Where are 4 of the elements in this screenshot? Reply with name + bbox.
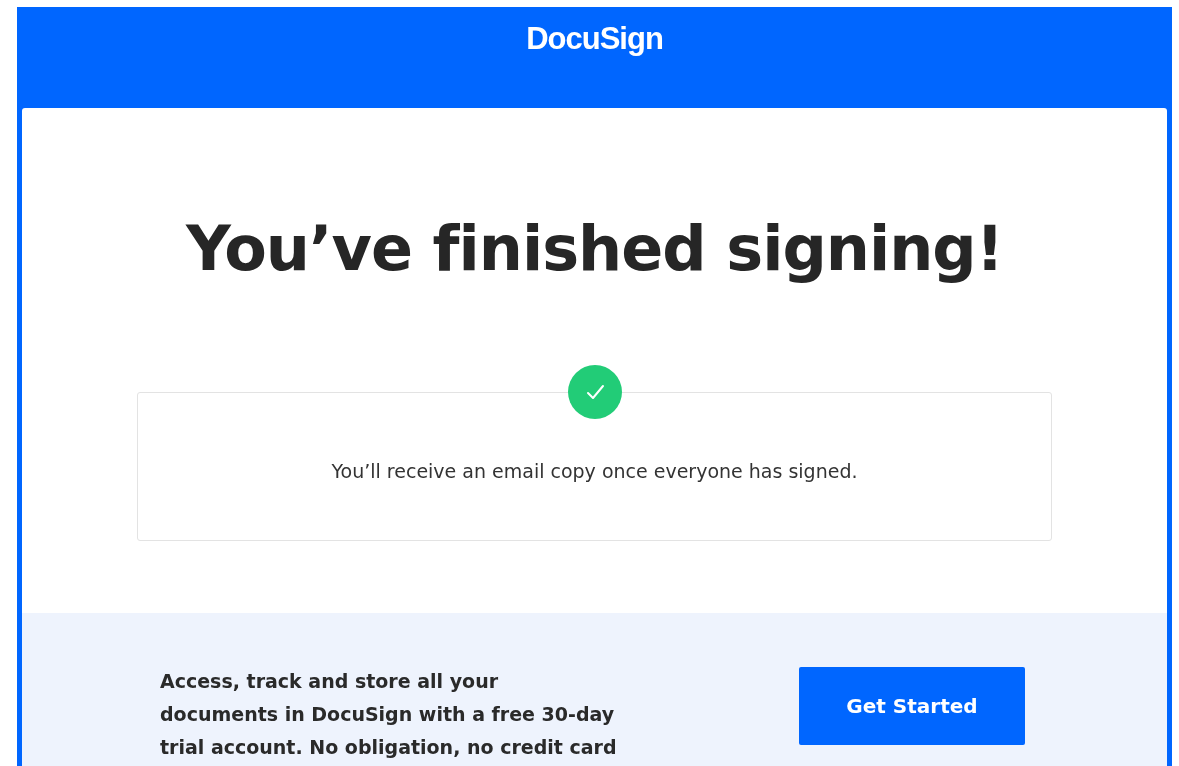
logo: DocuSign (526, 21, 663, 57)
get-started-button[interactable]: Get Started (799, 667, 1025, 745)
confirmation-message: You’ll receive an email copy once everyone has signed. (331, 458, 858, 482)
promo-text: Access, track and store all your documents in DocuSign with a free 30-day trial account. No obligation, no credit card (160, 669, 618, 760)
